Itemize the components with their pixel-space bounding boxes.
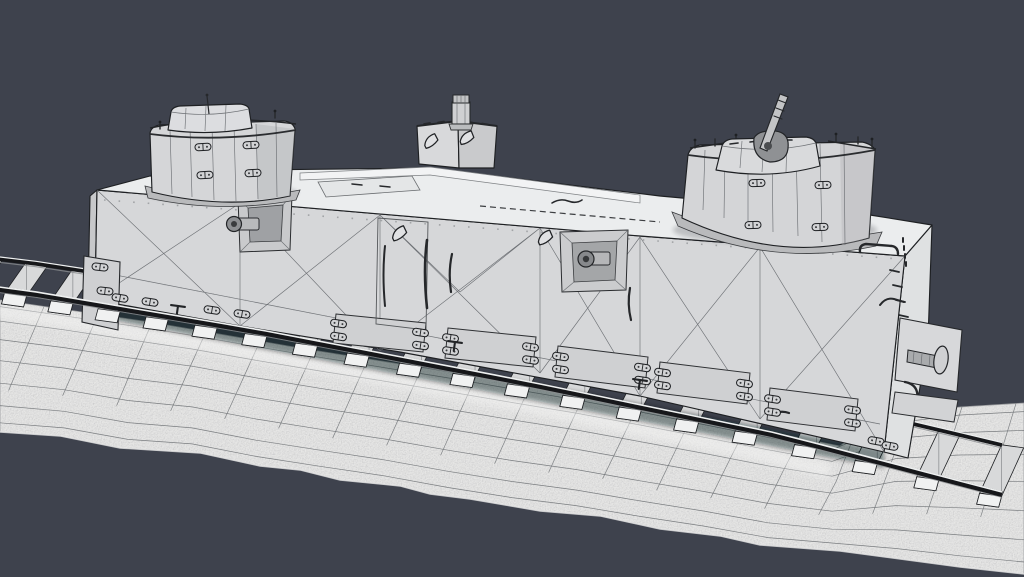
hinge-clamp xyxy=(92,263,109,272)
hinge-clamp xyxy=(195,143,211,151)
front-turret-cupola xyxy=(168,104,252,133)
hinge-clamp xyxy=(243,141,259,149)
periscope xyxy=(452,102,470,124)
gun-breech xyxy=(764,142,772,150)
hinge-clamp xyxy=(97,287,114,296)
hinge-clamp xyxy=(245,169,261,177)
hinge-clamp xyxy=(197,171,213,179)
render-viewport xyxy=(0,0,1024,577)
hinge-clamp xyxy=(812,223,828,231)
hinge-clamp xyxy=(745,221,761,229)
scene-3d-render xyxy=(0,0,1024,577)
machine-gun-port-mid xyxy=(560,230,628,292)
periscope-base xyxy=(449,124,473,130)
hinge-clamp xyxy=(749,179,765,187)
antenna-tip xyxy=(206,94,209,97)
hinge-clamp xyxy=(815,181,831,189)
